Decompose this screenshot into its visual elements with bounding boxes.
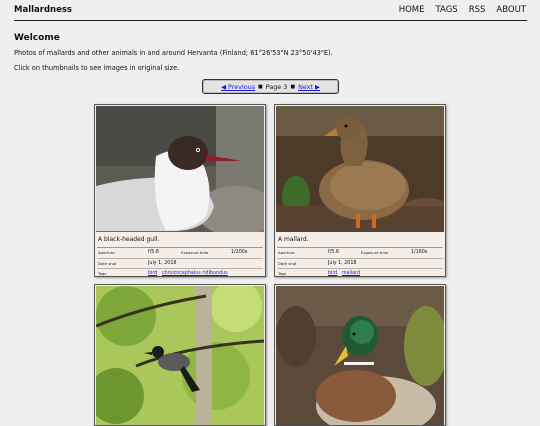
tag-link[interactable]: chroicocephalus ridibundus <box>162 271 228 276</box>
metadata-row-aperture: Aperture f/5.6 Exposure time 1/200s <box>97 248 263 259</box>
photo-card: A black-headed gull. Aperture f/5.6 Expo… <box>94 104 266 277</box>
drake-photo-thumbnail[interactable] <box>276 286 444 425</box>
photo-metadata: Aperture f/5.6 Exposure time 1/160s Date… <box>277 247 443 277</box>
photo-metadata: Aperture f/5.6 Exposure time 1/200s Date… <box>97 247 263 277</box>
page: Mallardness HOME TAGS RSS ABOUT Welcome … <box>0 0 540 426</box>
tags-value: bird chroicocephalus ridibundus <box>148 271 263 276</box>
pagination: ◀ Previous ■ Page 3 ■ Next ▶ <box>202 79 339 94</box>
next-page-link[interactable]: Next ▶ <box>298 83 320 91</box>
tags-label: Tags <box>278 271 287 277</box>
metadata-row-aperture: Aperture f/5.6 Exposure time 1/160s <box>277 248 443 259</box>
exposure-label: Exposure time <box>181 250 209 256</box>
nav-tags[interactable]: TAGS <box>436 5 458 15</box>
exposure-value: 1/200s <box>231 250 248 256</box>
date-value: July 1, 2018 <box>148 260 177 266</box>
current-page: Page 3 <box>265 82 288 91</box>
previous-page-link[interactable]: ◀ Previous <box>221 83 255 91</box>
metadata-row-tags: Tags bird chroicocephalus ridibundus <box>97 269 263 277</box>
exposure-label: Exposure time <box>361 250 389 256</box>
gull-photo-thumbnail[interactable] <box>96 106 264 232</box>
aperture-value: f/5.6 <box>148 250 159 256</box>
metadata-row-date: Date shot July 1, 2018 <box>97 259 263 269</box>
photo-card: A mallard. Aperture f/5.6 Exposure time … <box>274 104 446 277</box>
date-value: July 1, 2018 <box>328 260 357 266</box>
tag-link[interactable]: mallard <box>342 271 360 276</box>
tags-value: bird mallard <box>328 271 443 276</box>
metadata-row-date: Date shot July 1, 2018 <box>277 259 443 269</box>
tag-link[interactable]: bird <box>328 271 337 276</box>
welcome-heading: Welcome <box>14 33 60 43</box>
photo-caption: A black-headed gull. <box>98 236 160 243</box>
tags-label: Tags <box>98 271 107 277</box>
date-label: Date shot <box>278 260 297 266</box>
intro-text: Photos of mallards and other animals in … <box>14 49 333 57</box>
mallard-photo-thumbnail[interactable] <box>276 106 444 232</box>
site-header: Mallardness HOME TAGS RSS ABOUT <box>14 0 527 21</box>
aperture-label: Aperture <box>98 250 115 256</box>
nav-about[interactable]: ABOUT <box>496 5 526 15</box>
aperture-value: f/5.6 <box>328 250 339 256</box>
separator-square: ■ <box>258 83 263 90</box>
main-nav: HOME TAGS RSS ABOUT <box>399 5 526 15</box>
separator-square: ■ <box>290 83 296 90</box>
aperture-label: Aperture <box>278 250 295 256</box>
photo-caption: A mallard. <box>278 236 309 243</box>
metadata-row-tags: Tags bird mallard <box>277 269 443 277</box>
tag-link[interactable]: bird <box>148 271 157 276</box>
nav-rss[interactable]: RSS <box>469 5 486 15</box>
thumbnail-hint: Click on thumbnails to see images in ori… <box>14 64 180 72</box>
site-title[interactable]: Mallardness <box>14 5 72 15</box>
crow-photo-thumbnail[interactable] <box>96 286 264 425</box>
date-label: Date shot <box>98 260 117 266</box>
exposure-value: 1/160s <box>411 250 428 256</box>
nav-home[interactable]: HOME <box>399 5 425 15</box>
